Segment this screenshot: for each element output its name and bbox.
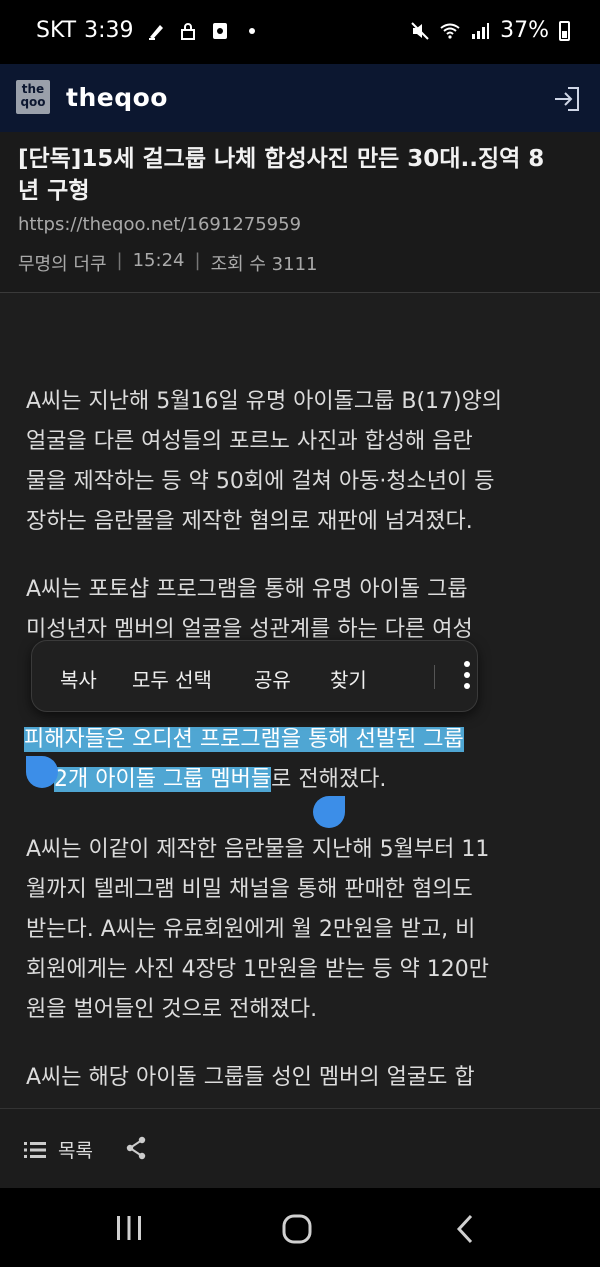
- pen-icon: [148, 24, 163, 40]
- post-time: 15:24: [132, 250, 185, 271]
- share-button[interactable]: 공유: [254, 664, 291, 693]
- selected-text-line2[interactable]: 2개 아이돌 그룹 멤버들: [54, 767, 272, 792]
- list-icon: [24, 1141, 46, 1158]
- author-name: 무명의 더쿠: [18, 254, 107, 275]
- status-bar: SKT 3:39 37%: [0, 0, 600, 64]
- site-logo[interactable]: the qoo: [16, 80, 50, 114]
- battery-percentage: 37%: [500, 18, 549, 43]
- clock: 3:39: [84, 18, 134, 43]
- recent-apps-icon[interactable]: [116, 1216, 142, 1240]
- menu-divider: [434, 665, 435, 689]
- list-label: 목록: [58, 1140, 93, 1162]
- view-count: 조회 수 3111: [210, 254, 318, 275]
- paragraph: A씨는 지난해 5월16일 유명 아이돌그룹 B(17)양의 얼굴을 다른 여성…: [26, 389, 503, 534]
- share-icon[interactable]: [124, 1136, 148, 1160]
- site-name[interactable]: theqoo: [66, 83, 168, 112]
- system-nav-bar: [0, 1188, 600, 1267]
- copy-button[interactable]: 복사: [60, 664, 97, 693]
- selected-text-line1[interactable]: 피해자들은 오디션 프로그램을 통해 선발된 그룹: [24, 727, 464, 752]
- lock-icon: [180, 22, 195, 40]
- article-title: [단독]15세 걸그룹 나체 합성사진 만든 30대..징역 8 년 구형: [18, 146, 545, 204]
- unselected-text: 로 전해졌다.: [271, 767, 387, 792]
- screen-recorder-icon: [212, 22, 227, 39]
- find-button[interactable]: 찾기: [330, 664, 367, 693]
- selection-start-handle[interactable]: [26, 756, 58, 788]
- back-icon[interactable]: [456, 1214, 474, 1244]
- more-options-icon[interactable]: [464, 659, 470, 691]
- paragraph: A씨는 포토샵 프로그램을 통해 유명 아이돌 그룹 미성년자 멤버의 얼굴을 …: [26, 577, 473, 642]
- signal-icon: [472, 22, 490, 39]
- notification-dot-icon: [248, 27, 255, 34]
- carrier-label: SKT: [36, 18, 77, 43]
- battery-icon: [559, 20, 570, 41]
- paragraph: A씨는 해당 아이돌 그룹들 성인 멤버의 얼굴도 합: [26, 1065, 475, 1090]
- wifi-icon: [440, 23, 460, 39]
- paragraph: A씨는 이같이 제작한 음란물을 지난해 5월부터 11 월까지 텔레그램 비밀…: [26, 837, 490, 1022]
- text-selection-menu: 복사 모두 선택 공유 찾기: [31, 640, 478, 712]
- home-icon[interactable]: [282, 1214, 312, 1244]
- selected-paragraph[interactable]: 피해자들은 오디션 프로그램을 통해 선발된 그룹 2개 아이돌 그룹 멤버들로…: [24, 720, 580, 800]
- select-all-button[interactable]: 모두 선택: [132, 664, 212, 693]
- mute-icon: [411, 21, 429, 40]
- login-icon[interactable]: [552, 84, 582, 114]
- selection-end-handle[interactable]: [313, 796, 345, 828]
- article-meta: 무명의 더쿠 | 15:24 | 조회 수 3111: [18, 250, 318, 275]
- article-url[interactable]: https://theqoo.net/1691275959: [18, 214, 301, 235]
- list-button[interactable]: 목록: [24, 1136, 93, 1163]
